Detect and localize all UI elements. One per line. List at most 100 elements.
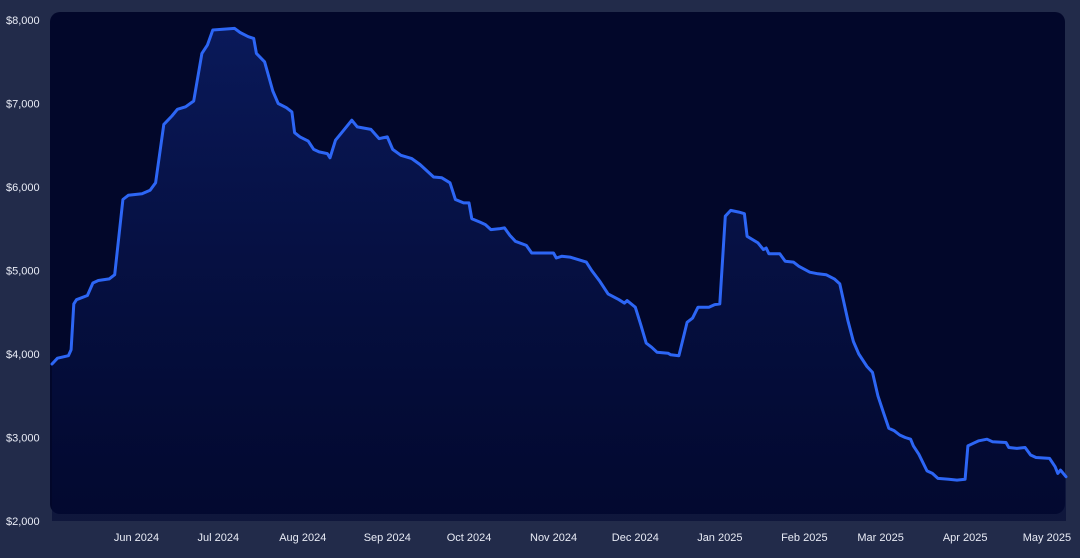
data-point xyxy=(56,357,59,360)
data-point xyxy=(991,440,994,443)
data-point xyxy=(356,125,359,128)
data-point xyxy=(462,201,465,204)
data-point xyxy=(857,353,860,356)
data-point xyxy=(192,100,195,103)
data-point xyxy=(342,129,345,132)
data-point xyxy=(211,29,214,32)
data-point xyxy=(432,176,435,179)
x-tick-label: Sep 2024 xyxy=(364,532,411,544)
data-point xyxy=(669,353,672,356)
data-point xyxy=(568,256,571,259)
data-point xyxy=(607,292,610,295)
y-tick-label: $4,000 xyxy=(6,349,40,361)
data-point xyxy=(468,201,471,204)
x-tick-label: Jul 2024 xyxy=(197,532,239,544)
data-point xyxy=(887,427,890,430)
data-point xyxy=(598,280,601,283)
data-point xyxy=(1007,446,1010,449)
data-point xyxy=(97,279,100,282)
data-point xyxy=(947,478,950,481)
data-point xyxy=(233,27,236,30)
y-tick-label: $5,000 xyxy=(6,266,40,278)
data-point xyxy=(479,221,482,224)
chart-container: $2,000 $3,000 $4,000 $5,000 $6,000 $7,000 $8,0… xyxy=(0,0,1080,553)
data-point xyxy=(489,228,492,231)
data-point xyxy=(247,35,250,38)
data-point xyxy=(391,148,394,151)
data-point xyxy=(141,192,144,195)
data-point xyxy=(898,434,901,437)
data-point xyxy=(904,436,907,439)
data-point xyxy=(170,115,173,118)
data-point xyxy=(200,52,203,55)
data-point xyxy=(817,272,820,275)
data-point xyxy=(470,217,473,220)
data-point xyxy=(326,152,329,155)
data-point xyxy=(917,453,920,456)
data-point xyxy=(792,261,795,264)
data-point xyxy=(555,257,558,260)
data-point xyxy=(762,248,765,251)
data-point xyxy=(127,194,130,197)
data-point xyxy=(825,273,828,276)
data-point xyxy=(729,209,732,212)
data-point xyxy=(454,198,457,201)
data-point xyxy=(977,439,980,442)
data-point xyxy=(386,135,389,138)
data-point xyxy=(757,241,760,244)
data-point xyxy=(737,211,740,214)
data-point xyxy=(909,438,912,441)
data-point xyxy=(263,60,266,63)
data-point xyxy=(577,258,580,261)
data-point xyxy=(184,105,187,108)
data-point xyxy=(634,306,637,309)
data-point xyxy=(369,128,372,131)
price-area-chart: $2,000 $3,000 $4,000 $5,000 $6,000 $7,000 $8,0… xyxy=(6,12,1071,544)
data-point xyxy=(206,44,209,47)
data-point xyxy=(866,365,869,368)
data-point xyxy=(618,298,621,301)
x-axis: Jun 2024 Jul 2024 Aug 2024 Sep 2024 Oct 2024… xyxy=(114,532,1071,544)
data-point xyxy=(560,255,563,258)
data-point xyxy=(691,317,694,320)
data-point xyxy=(846,319,849,322)
data-point xyxy=(530,252,533,255)
data-point xyxy=(329,156,332,159)
data-point xyxy=(299,135,302,138)
x-tick-label: Aug 2024 xyxy=(279,532,326,544)
data-point xyxy=(350,119,353,122)
data-point xyxy=(1048,457,1051,460)
data-point xyxy=(255,52,258,55)
x-tick-label: May 2025 xyxy=(1023,532,1071,544)
data-point xyxy=(639,323,642,326)
data-point xyxy=(307,140,310,143)
data-point xyxy=(667,352,670,355)
data-point xyxy=(645,342,648,345)
data-point xyxy=(334,139,337,142)
data-point xyxy=(986,438,989,441)
data-point xyxy=(765,247,768,250)
data-point xyxy=(449,181,452,184)
y-tick-label: $6,000 xyxy=(6,182,40,194)
data-point xyxy=(707,306,710,309)
data-point xyxy=(252,37,255,40)
data-point xyxy=(956,479,959,482)
data-point xyxy=(713,303,716,306)
data-point xyxy=(797,265,800,268)
data-point xyxy=(838,282,841,285)
data-point xyxy=(966,444,969,447)
data-point xyxy=(964,478,967,481)
data-point xyxy=(833,277,836,280)
x-tick-label: Jun 2024 xyxy=(114,532,159,544)
data-point xyxy=(498,227,501,230)
data-point xyxy=(149,189,152,192)
data-point xyxy=(746,235,749,238)
data-point xyxy=(1005,441,1008,444)
y-tick-label: $7,000 xyxy=(6,99,40,111)
data-point xyxy=(514,240,517,243)
data-point xyxy=(626,299,629,302)
data-point xyxy=(154,181,157,184)
data-point xyxy=(623,302,626,305)
data-point xyxy=(86,294,89,297)
y-tick-label: $8,000 xyxy=(6,15,40,27)
